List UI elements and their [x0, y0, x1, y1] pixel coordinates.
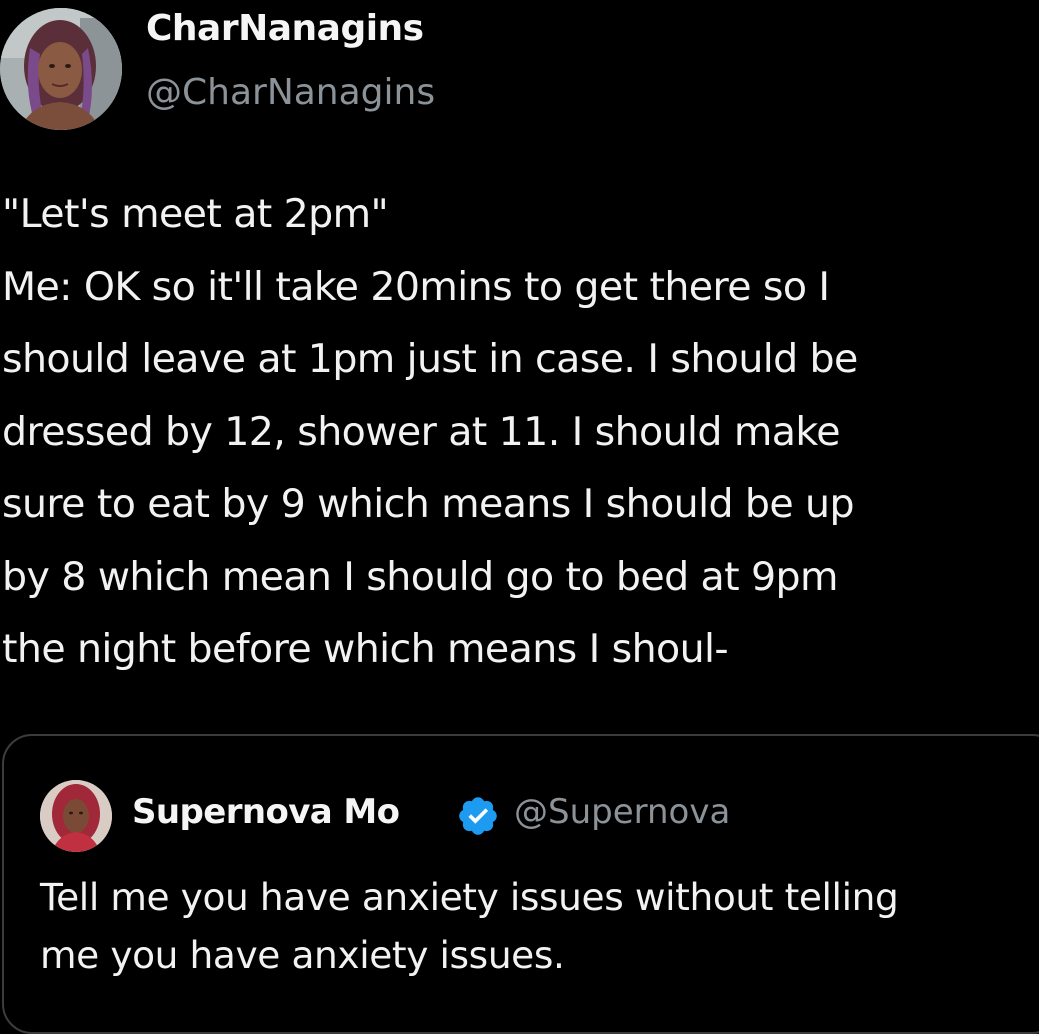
quoted-author-handle[interactable]: @Supernova — [514, 792, 730, 832]
tweet-text-line: sure to eat by 9 which means I should be… — [2, 481, 855, 527]
tweet-text-line: dressed by 12, shower at 11. I should ma… — [2, 408, 841, 455]
tweet-text-line: by 8 which mean I should go to bed at 9p… — [2, 553, 838, 600]
author-display-name[interactable]: CharNanagins — [146, 8, 424, 49]
tweet-text: "Let's meet at 2pm" Me: OK so it'll take… — [2, 178, 1039, 686]
tweet-text-line: Me: OK so it'll take 20mins to get there… — [2, 263, 830, 310]
tweet-text-line: "Let's meet at 2pm" — [2, 191, 389, 237]
tweet-text-line: should leave at 1pm just in case. I shou… — [2, 336, 858, 382]
quoted-tweet-text-line: me you have anxiety issues. — [40, 933, 565, 977]
quoted-tweet-text-line: Tell me you have anxiety issues without … — [40, 875, 899, 919]
author-handle[interactable]: @CharNanagins — [146, 72, 435, 113]
tweet-text-line: the night before which means I shoul- — [2, 626, 729, 672]
quoted-tweet[interactable]: Supernova Mo @Supernova Tell me you have… — [2, 734, 1039, 1034]
quoted-author-avatar[interactable] — [40, 780, 112, 852]
author-avatar[interactable] — [0, 8, 122, 130]
verified-badge-icon — [456, 794, 500, 838]
tweet[interactable]: CharNanagins @CharNanagins "Let's meet a… — [0, 0, 1039, 1034]
quoted-tweet-text: Tell me you have anxiety issues without … — [40, 868, 1030, 984]
quoted-author-display-name[interactable]: Supernova Mo — [132, 792, 454, 832]
